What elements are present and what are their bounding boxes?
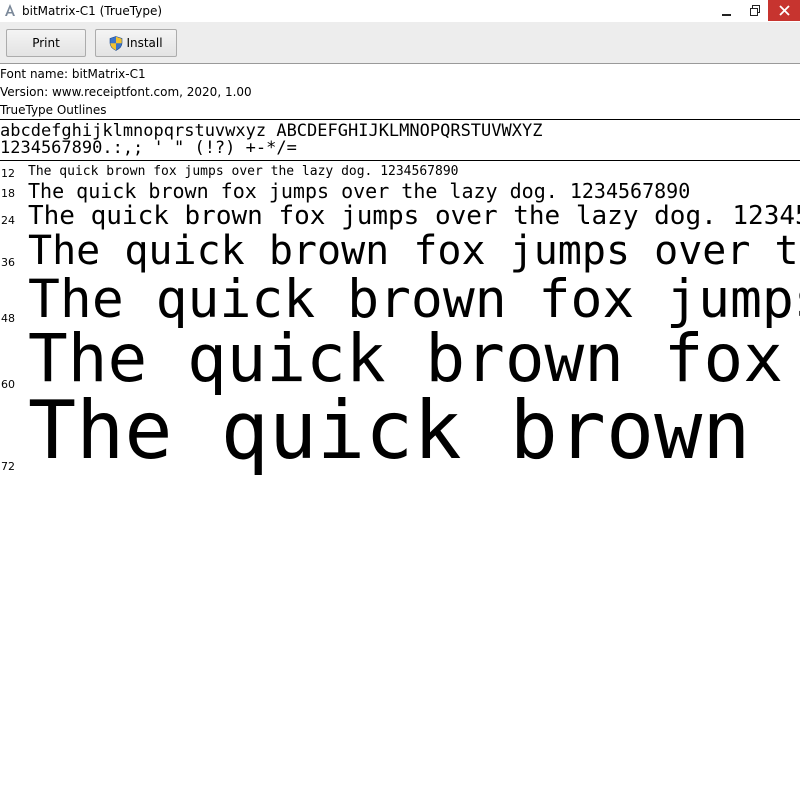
font-app-icon [5,4,15,16]
size-label: 18 [1,187,15,200]
outlines-text: TrueType Outlines [0,103,107,117]
sample-text: The quick brown fox jumps over the lazy … [28,388,800,476]
sample-text: The quick brown fox jumps over the lazy … [28,228,800,274]
sample-row-72: 72 The quick brown fox jumps over the la… [0,388,800,476]
minimize-icon [722,13,731,16]
size-label: 12 [1,167,15,180]
toolbar: Print Install [0,22,800,64]
sample-row-12: 12 The quick brown fox jumps over the la… [0,164,800,180]
size-label: 36 [1,256,15,269]
title-bar: bitMatrix-C1 (TrueType) [0,0,800,22]
character-set: abcdefghijklmnopqrstuvwxyz ABCDEFGHIJKLM… [0,123,542,157]
divider-bottom [0,160,800,161]
print-button[interactable]: Print [6,29,86,57]
install-button-label: Install [126,36,163,50]
uac-shield-icon [110,35,123,51]
window-title: bitMatrix-C1 (TrueType) [22,4,163,18]
install-button[interactable]: Install [95,29,177,57]
sample-row-48: 48 The quick brown fox jumps over the la… [0,270,800,330]
restore-icon [749,5,760,16]
close-button[interactable] [768,0,800,21]
close-icon [778,5,790,16]
divider-top [0,119,800,120]
font-name-text: Font name: bitMatrix-C1 [0,67,146,81]
version-text: Version: www.receiptfont.com, 2020, 1.00 [0,85,252,99]
minimize-button[interactable] [712,0,742,21]
size-label: 24 [1,214,15,227]
restore-button[interactable] [742,0,768,21]
sample-text: The quick brown fox jumps over the lazy … [28,323,800,395]
size-label: 72 [1,460,15,473]
sample-text: The quick brown fox jumps over the lazy … [28,201,800,231]
font-info: Font name: bitMatrix-C1 Version: www.rec… [0,65,252,119]
sample-text: The quick brown fox jumps over the lazy … [28,180,691,203]
sample-row-36: 36 The quick brown fox jumps over the la… [0,228,800,276]
sample-text: The quick brown fox jumps over the lazy … [28,270,800,330]
sample-row-60: 60 The quick brown fox jumps over the la… [0,323,800,395]
charset-symbols: 1234567890.:,; ' " (!?) +-*/= [0,138,297,158]
print-button-label: Print [32,36,60,50]
sample-text: The quick brown fox jumps over the lazy … [28,164,459,179]
